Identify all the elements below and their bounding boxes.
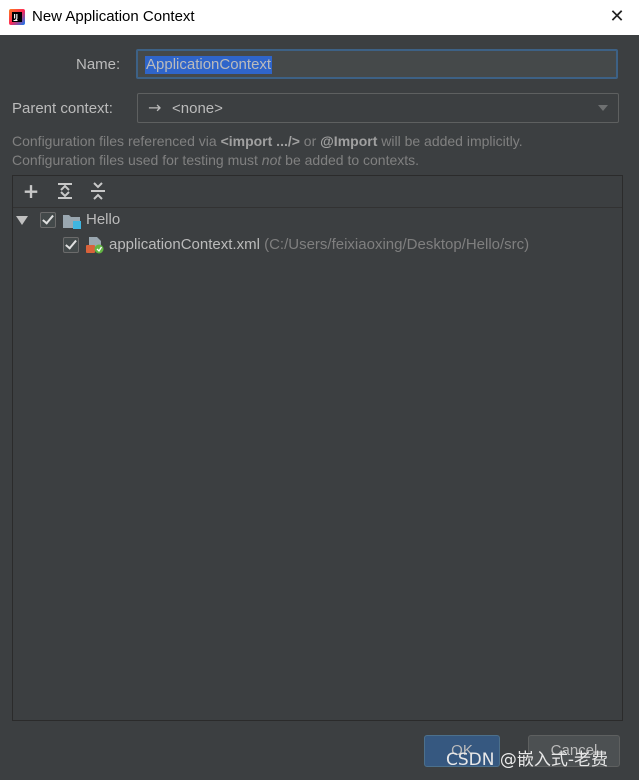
dialog-content: Name: ApplicationContext Parent context:… — [0, 35, 639, 780]
title-bar: IJ New Application Context ✕ — [0, 0, 639, 35]
file-checkbox[interactable] — [63, 237, 79, 253]
configuration-files-panel: + Hello applicationContext.xml (C:/Users… — [12, 175, 623, 721]
module-checkbox[interactable] — [40, 212, 56, 228]
file-label: applicationContext.xml (C:/Users/feixiao… — [109, 236, 530, 253]
parent-context-dropdown[interactable]: → <none> — [137, 93, 619, 123]
tree-row-module[interactable]: Hello — [13, 209, 613, 231]
spring-xml-file-icon — [86, 237, 104, 254]
svg-text:IJ: IJ — [14, 14, 18, 21]
expand-all-icon[interactable] — [55, 181, 75, 201]
name-input-value: ApplicationContext — [145, 56, 273, 74]
chevron-down-icon — [598, 105, 608, 111]
module-folder-icon — [63, 215, 81, 229]
file-path: (C:/Users/feixiaoxing/Desktop/Hello/src) — [264, 236, 530, 253]
hint-line-2: Configuration files used for testing mus… — [12, 152, 420, 168]
close-icon[interactable]: ✕ — [606, 6, 628, 28]
parent-context-value: <none> — [172, 100, 223, 117]
name-input[interactable]: ApplicationContext — [136, 49, 618, 79]
name-label: Name: — [76, 56, 121, 73]
files-toolbar: + — [13, 176, 622, 208]
not-emphasis: not — [261, 152, 282, 168]
watermark-text: CSDN @嵌入式-老费 — [446, 750, 609, 770]
module-label: Hello — [86, 211, 121, 228]
tree-row-file[interactable]: applicationContext.xml (C:/Users/feixiao… — [13, 234, 613, 256]
expand-triangle-icon[interactable] — [16, 216, 28, 225]
collapse-all-icon[interactable] — [88, 181, 108, 201]
intellij-idea-icon: IJ — [9, 9, 25, 25]
arrow-right-icon: → — [148, 98, 162, 117]
window-title: New Application Context — [32, 8, 195, 25]
import-annotation-text: @Import — [320, 133, 378, 149]
hint-line-1: Configuration files referenced via <impo… — [12, 133, 523, 149]
add-icon[interactable]: + — [21, 181, 41, 201]
import-tag-text: <import .../> — [220, 133, 300, 149]
parent-context-label: Parent context: — [12, 100, 113, 117]
